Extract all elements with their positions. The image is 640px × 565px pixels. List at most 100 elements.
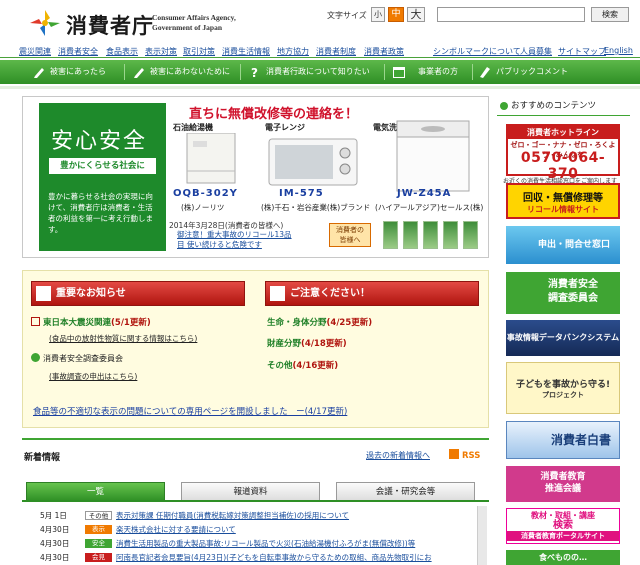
product-label: 石油給湯機	[173, 123, 213, 132]
education-council-banner[interactable]: 消費者教育 推進会議	[506, 466, 620, 502]
divider	[22, 438, 489, 440]
logo-name[interactable]: 消費者庁	[66, 10, 154, 40]
product-model: JW-Z45A	[397, 188, 452, 199]
main-nav-bar: 被害にあったら 被害にあわないために ? 消費者行政について知りたい 事業者の方 …	[0, 60, 640, 84]
calendar-icon	[393, 66, 405, 78]
nav-link[interactable]: 消費者政策	[364, 46, 404, 57]
nav-victim[interactable]: 被害にあったら	[32, 60, 106, 84]
nav-link[interactable]: 地方協力	[277, 46, 309, 57]
divider	[384, 64, 385, 80]
nav-public-comment[interactable]: パブリックコメント	[478, 60, 568, 84]
news-archive-link[interactable]: 過去の新着情報へ	[366, 450, 430, 461]
nav-link[interactable]: English	[604, 46, 633, 55]
child-safety-banner[interactable]: 子どもを事故から守る! プロジェクト	[506, 362, 620, 414]
product-label: 電子レンジ	[265, 123, 305, 132]
caution-life[interactable]: 生命・身体分野(4/25更新)	[267, 316, 372, 328]
product-maker: (株)ノーリツ	[181, 203, 225, 212]
accident-databank-banner[interactable]: 事故情報データバンクシステム	[506, 320, 620, 356]
pencil-icon	[134, 67, 144, 78]
photo-thumbnail	[423, 221, 438, 249]
category-badge: 会見	[85, 553, 112, 562]
recommended-header: おすすめのコンテンツ	[497, 96, 630, 116]
top-nav: 震災関連 消費者安全 食品表示 表示対策 取引対策 消費生活情報 地方協力 消費…	[0, 46, 640, 58]
notice-sub-link[interactable]: (事故調査の申出はこちら)	[49, 371, 137, 382]
nav-business[interactable]: 事業者の方	[392, 60, 458, 84]
hero-intro: 安心安全 豊かにくらせる社会に 豊かに暮らせる社会の実現に向けて、消費者庁は消費…	[39, 103, 166, 251]
nav-link[interactable]: サイトマップ	[558, 46, 606, 57]
nav-link[interactable]: 消費生活情報	[222, 46, 270, 57]
category-badge: 安全	[85, 539, 112, 548]
notice-safety-committee[interactable]: 消費者安全調査委員会	[31, 353, 123, 364]
water-heater-image	[186, 133, 236, 184]
recall-banner[interactable]: 直ちに無償改修等の連絡を！ 石油給湯機 電子レンジ 電気洗濯機 OQB-302Y…	[169, 103, 484, 251]
logo-english: Consumer Affairs Agency, Government of J…	[152, 13, 236, 32]
nav-link[interactable]: 食品表示	[106, 46, 138, 57]
food-labeling-link[interactable]: 食品等の不適切な表示の問題についての専用ページを開設しました ー(4/17更新)	[33, 405, 347, 417]
news-row[interactable]: 4月30日 会見 阿南長官記者会見要旨(4月23日)(子どもを自転車事故から守る…	[30, 552, 480, 564]
nav-link[interactable]: 取引対策	[183, 46, 215, 57]
consumer-hotline-banner[interactable]: 消費者ホットライン ゼロ・ゴー・ナナ・ゼロ・ろくよう・みんなを 0570-064…	[506, 124, 620, 182]
caution-property[interactable]: 財産分野(4/18更新)	[267, 337, 347, 349]
font-size-small-button[interactable]: 小	[371, 7, 385, 22]
news-row[interactable]: 4月30日 表示 楽天株式会社に対する要請について	[30, 524, 480, 536]
rss-icon	[449, 449, 459, 459]
nav-link[interactable]: 消費者制度	[316, 46, 356, 57]
nav-link[interactable]: シンボルマークについて	[433, 46, 521, 57]
hero-banner: 安心安全 豊かにくらせる社会に 豊かに暮らせる社会の実現に向けて、消費者庁は消費…	[22, 96, 489, 258]
important-notice-header: 重要なお知らせ	[31, 281, 245, 306]
question-icon: ?	[251, 66, 258, 79]
pencil-icon	[34, 67, 44, 78]
search-input[interactable]	[437, 7, 585, 22]
divider	[0, 86, 640, 89]
checkmark-icon	[270, 286, 285, 301]
tab-underline	[22, 500, 489, 502]
notice-sub-link[interactable]: (食品中の放射性物質に関する情報はこちら)	[49, 333, 197, 344]
photo-thumbnail	[383, 221, 398, 249]
category-badge: その他	[85, 511, 112, 520]
tab-press[interactable]: 報道資料	[181, 482, 320, 501]
caution-other[interactable]: その他(4/16更新)	[267, 359, 338, 371]
nav-link[interactable]: 震災関連	[19, 46, 51, 57]
product-maker: (ハイアールアジア)セールス(株)	[375, 203, 484, 212]
safety-committee-banner[interactable]: 消費者安全 調査委員会	[506, 272, 620, 314]
microwave-image	[268, 138, 358, 186]
nav-prevent[interactable]: 被害にあわないために	[132, 60, 230, 84]
news-row[interactable]: 4月30日 安全 消費生活用製品の重大製品事故:リコール製品で火災(石油給湯機付…	[30, 538, 480, 550]
font-size-label: 文字サイズ	[327, 11, 367, 20]
photo-thumbnail	[463, 221, 478, 249]
education-portal-banner[interactable]: 教材・取組・講座 検索 消費者教育ポータルサイト	[506, 508, 620, 544]
product-model: OQB-302Y	[173, 188, 238, 199]
notices-panel: 重要なお知らせ ご注意ください！ 東日本大震災関連(5/1更新) (食品中の放射…	[22, 270, 489, 428]
news-scrollbar[interactable]	[477, 506, 487, 565]
search-button[interactable]: 検索	[591, 7, 629, 22]
tab-all[interactable]: 一覧	[26, 482, 165, 501]
font-size-large-button[interactable]: 大	[407, 7, 425, 22]
nav-link[interactable]: 人員募集	[520, 46, 552, 57]
rss-link[interactable]: RSS	[449, 449, 480, 461]
washing-machine-image	[396, 120, 470, 192]
divider	[472, 64, 473, 80]
nav-link[interactable]: 表示対策	[145, 46, 177, 57]
recall-headline: 直ちに無償改修等の連絡を！	[189, 107, 359, 122]
notice-earthquake[interactable]: 東日本大震災関連(5/1更新)	[31, 316, 151, 328]
caution-header: ご注意ください！	[265, 281, 479, 306]
font-size-medium-button[interactable]: 中	[388, 7, 404, 22]
white-paper-banner[interactable]: 消費者白書	[506, 421, 620, 459]
product-model: IM-575	[279, 188, 324, 199]
agency-logo-icon[interactable]	[28, 8, 62, 38]
photo-thumbnail	[403, 221, 418, 249]
inquiry-window-banner[interactable]: 申出・問合せ窓口	[506, 226, 620, 264]
checkmark-icon	[36, 286, 51, 301]
recall-info-banner[interactable]: 回収・無償修理等 リコール情報サイト	[506, 183, 620, 219]
nav-admin[interactable]: ? 消費者行政について知りたい	[248, 60, 370, 84]
hero-body: 豊かに暮らせる社会の実現に向けて、消費者庁は消費者・生活者の利益を第一に考え行動…	[48, 192, 153, 234]
consumer-contact-badge[interactable]: 消費者の 皆様へ	[329, 223, 371, 247]
hero-note[interactable]: 御注意！重大事故のリコール13品 目 使い続けると危険です	[177, 230, 307, 250]
category-badge: 表示	[85, 525, 112, 534]
committee-icon	[31, 353, 40, 362]
news-row[interactable]: 5月 1日 その他 表示対策課 任期付職員(消費税転嫁対策調整担当補佐)の採用に…	[30, 510, 480, 522]
food-banner[interactable]: 食べものの…	[506, 550, 620, 565]
tab-meetings[interactable]: 会議・研究会等	[336, 482, 475, 501]
svg-text:?: ?	[251, 66, 258, 79]
nav-link[interactable]: 消費者安全	[58, 46, 98, 57]
